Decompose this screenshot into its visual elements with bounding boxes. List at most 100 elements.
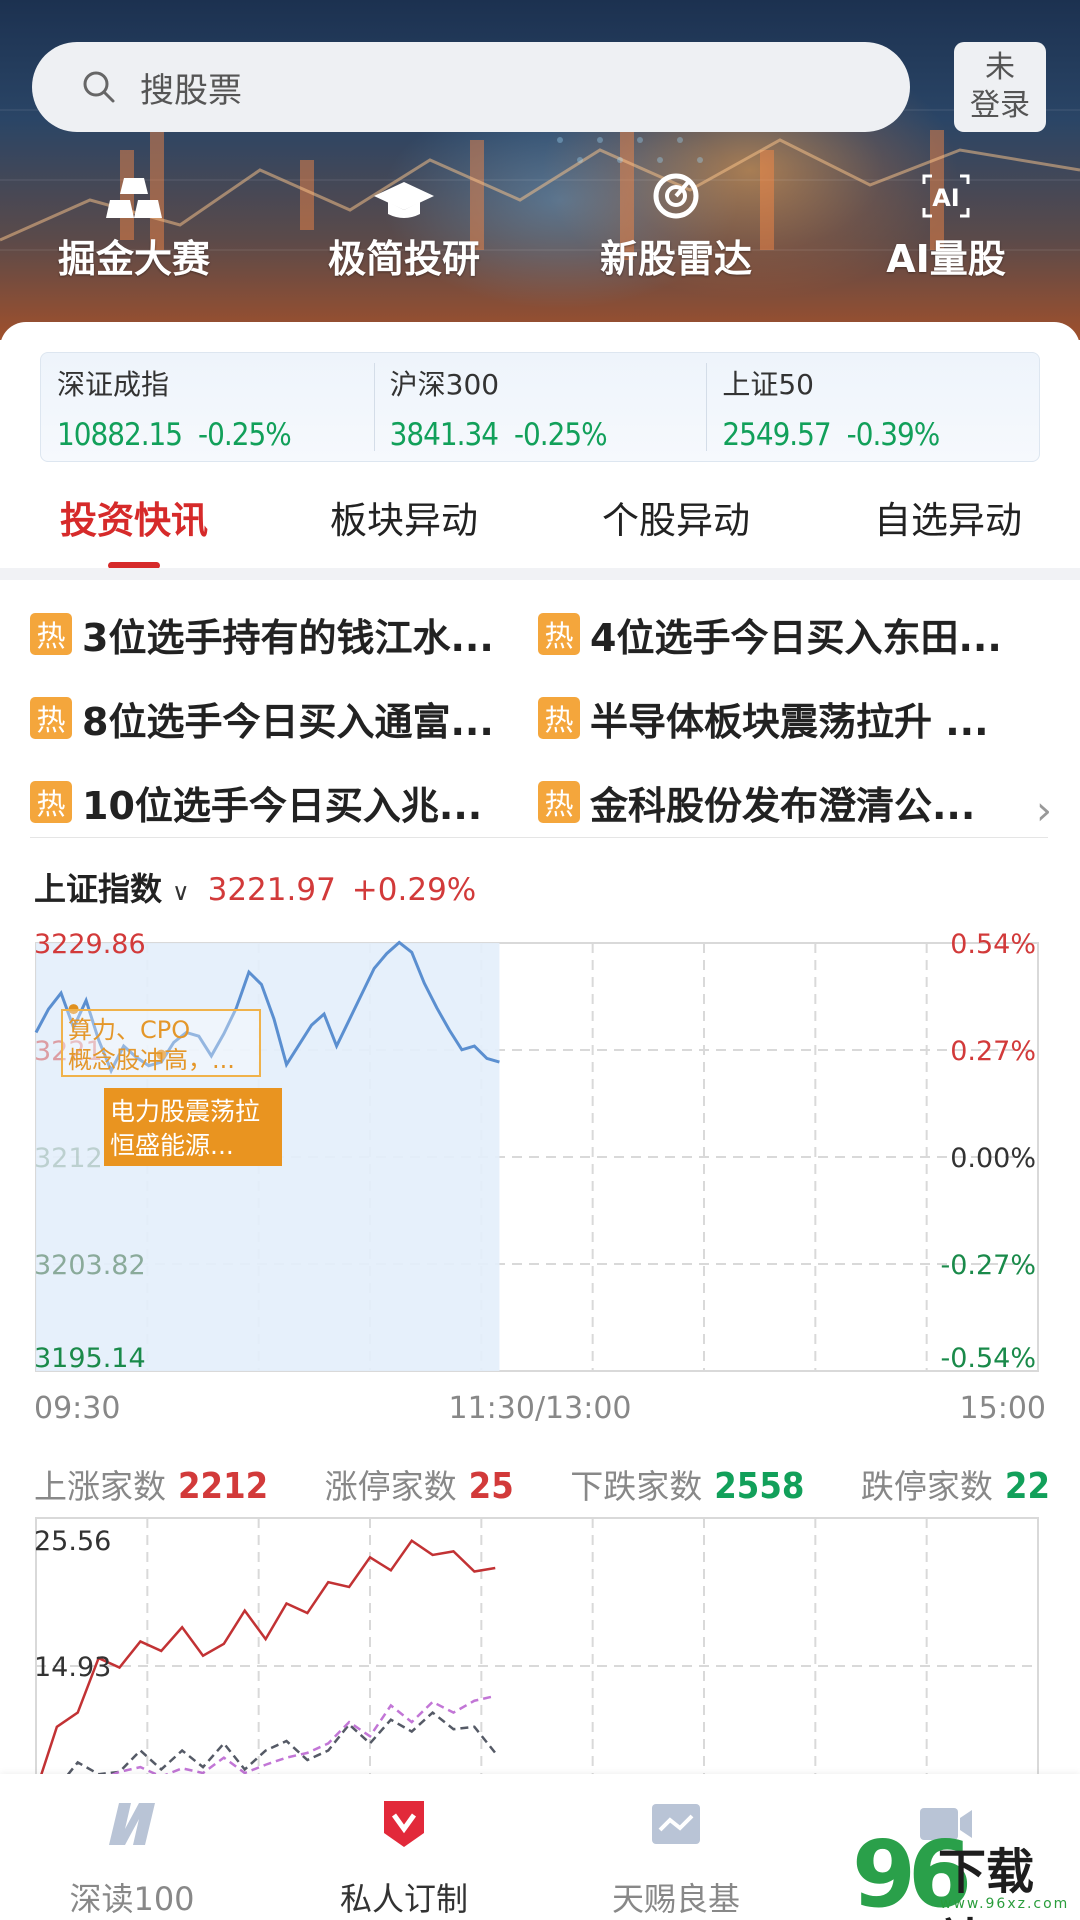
hot-badge: 热	[30, 613, 72, 655]
y-axis-tick-label: 3212	[34, 1143, 103, 1174]
y-axis-pct-label: -0.54%	[940, 1343, 1036, 1374]
chart-index-name[interactable]: 上证指数	[34, 864, 162, 910]
news-item[interactable]: 热金科股份发布澄清公...	[538, 772, 1008, 832]
x-axis-tick-label: 15:00	[960, 1391, 1046, 1426]
search-input[interactable]: 搜股票	[32, 42, 910, 132]
y-axis-tick-label: 3195.14	[34, 1343, 146, 1374]
hot-badge: 热	[538, 613, 580, 655]
watermark-url: www.96xz.com	[940, 1896, 1070, 1912]
y-axis-tick-label: 25.56	[34, 1526, 111, 1557]
chart-index-price: 3221.97	[207, 872, 336, 908]
y-axis-pct-label: 0.00%	[950, 1143, 1036, 1174]
index-name: 上证50	[722, 368, 814, 401]
quick-entry-ipo-radar[interactable]: 新股雷达	[556, 168, 796, 283]
index-strip: 深证成指 10882.15 -0.25% 沪深300 3841.34 -0.25% …	[40, 352, 1040, 462]
index-card-szcz[interactable]: 深证成指 10882.15 -0.25%	[41, 353, 374, 461]
radar-icon	[653, 173, 699, 219]
index-card-sz50[interactable]: 上证50 2549.57 -0.39%	[706, 353, 1039, 461]
news-title: 金科股份发布澄清公...	[590, 783, 976, 828]
quick-entry-label: 新股雷达	[599, 237, 752, 281]
nav-deep-read[interactable]: 深读100	[12, 1796, 252, 1920]
quick-entry-gold-contest[interactable]: 掘金大赛	[14, 168, 254, 283]
y-axis-pct-label: 0.27%	[950, 1036, 1036, 1067]
hot-badge: 热	[30, 781, 72, 823]
tab-stock-moves[interactable]: 个股异动	[566, 490, 786, 544]
index-change: -0.25%	[198, 417, 292, 453]
news-annotation: 电力股震荡拉 恒盛能源...	[104, 1088, 282, 1166]
section-divider	[0, 568, 1080, 580]
annotation-text: 电力股震荡拉	[110, 1097, 260, 1126]
svg-text:AI: AI	[932, 184, 960, 212]
stat-value: 25	[468, 1466, 514, 1507]
y-axis-tick-label: 3203.82	[34, 1250, 146, 1281]
market-breadth: 上涨家数 2212 涨停家数 25 下跌家数 2558 跌停家数 22	[34, 1460, 1050, 1508]
nav-custom[interactable]: 私人订制	[284, 1796, 524, 1920]
intraday-chart[interactable]: 3229.86322132123203.823195.140.54%0.27%0…	[0, 920, 1080, 1440]
y-axis-tick-label: 14.93	[34, 1652, 111, 1683]
chevron-down-icon[interactable]: ∨	[172, 878, 190, 906]
index-chart-header: 上证指数 ∨ 3221.97 +0.29%	[34, 864, 476, 910]
tab-sector-moves[interactable]: 板块异动	[294, 490, 514, 544]
news-title: 半导体板块震荡拉升 ...	[590, 699, 989, 744]
news-item[interactable]: 热 3位选手持有的钱江水...	[30, 604, 538, 664]
stat-limit-up: 涨停家数 25	[325, 1460, 514, 1508]
y-axis-pct-label: -0.27%	[940, 1250, 1036, 1281]
nav-label: 私人订制	[339, 1880, 468, 1918]
quick-entry-ai-stock[interactable]: AI AI量股	[826, 168, 1066, 283]
fund-chart-icon	[652, 1804, 700, 1844]
hot-badge: 热	[538, 697, 580, 739]
news-item[interactable]: 热 8位选手今日买入通富...	[30, 688, 538, 748]
login-line2: 登录	[970, 88, 1030, 123]
breadth-chart[interactable]: 25.56 14.93	[0, 1514, 1080, 1776]
news-title: 4位选手今日买入东田...	[590, 615, 1002, 660]
search-icon	[83, 71, 115, 103]
nav-fund[interactable]: 天赐良基	[556, 1796, 796, 1920]
stat-value: 2558	[714, 1466, 805, 1507]
stat-decliners: 下跌家数 2558	[570, 1460, 804, 1508]
index-change: -0.25%	[513, 417, 608, 453]
login-line1: 未	[985, 50, 1015, 85]
stat-limit-down: 跌停家数 22	[861, 1460, 1050, 1508]
search-placeholder: 搜股票	[140, 70, 242, 111]
index-value: 10882.15	[57, 417, 183, 453]
x-axis-tick-label: 11:30/13:00	[448, 1391, 631, 1426]
divider	[30, 837, 1048, 838]
index-card-hs300[interactable]: 沪深300 3841.34 -0.25%	[373, 353, 707, 461]
quick-entry-research[interactable]: 极简投研	[284, 168, 524, 283]
nav-label: 天赐良基	[611, 1880, 740, 1918]
deep-read-icon	[109, 1803, 155, 1845]
quick-entry-label: AI量股	[886, 237, 1006, 281]
x-axis-tick-label: 09:30	[34, 1391, 120, 1426]
news-item[interactable]: 热 10位选手今日买入兆...	[30, 772, 538, 832]
hot-badge: 热	[30, 697, 72, 739]
graduation-cap-icon	[374, 182, 434, 218]
nav-label: 深读100	[69, 1880, 195, 1918]
breadth-series-line	[65, 1710, 497, 1776]
index-name: 深证成指	[57, 368, 170, 401]
chevron-right-icon[interactable]: ›	[1036, 788, 1052, 834]
stat-label: 跌停家数	[860, 1467, 993, 1506]
login-button[interactable]: 未 登录	[954, 42, 1046, 132]
hot-news-list: 热 3位选手持有的钱江水... 热 4位选手今日买入东田... 热 8位选手今日买入通…	[30, 604, 1052, 856]
y-axis-pct-label: 0.54%	[950, 929, 1036, 960]
stat-label: 上涨家数	[34, 1467, 166, 1506]
news-item[interactable]: 热半导体板块震荡拉升 ...	[538, 688, 1046, 748]
annotation-text: 恒盛能源...	[110, 1131, 234, 1160]
ai-icon: AI	[922, 174, 970, 218]
news-tabs: 投资快讯 板块异动 个股异动 自选异动	[0, 480, 1080, 569]
stat-label: 涨停家数	[324, 1467, 457, 1506]
tab-watchlist-moves[interactable]: 自选异动	[838, 490, 1058, 544]
stat-value: 2212	[178, 1466, 269, 1507]
custom-shield-icon	[384, 1801, 424, 1847]
index-value: 2549.57	[722, 417, 831, 453]
index-change: -0.39%	[846, 417, 941, 453]
tab-investment-news[interactable]: 投资快讯	[24, 490, 244, 544]
breadth-series-line	[105, 1694, 496, 1776]
stat-advancers: 上涨家数 2212	[34, 1460, 268, 1508]
news-title: 10位选手今日买入兆...	[82, 783, 483, 828]
stat-label: 下跌家数	[570, 1467, 703, 1506]
news-title: 3位选手持有的钱江水...	[82, 615, 494, 660]
news-item[interactable]: 热 4位选手今日买入东田...	[538, 604, 1046, 664]
gold-bars-icon	[106, 178, 162, 218]
chart-frame	[35, 1517, 1039, 1776]
